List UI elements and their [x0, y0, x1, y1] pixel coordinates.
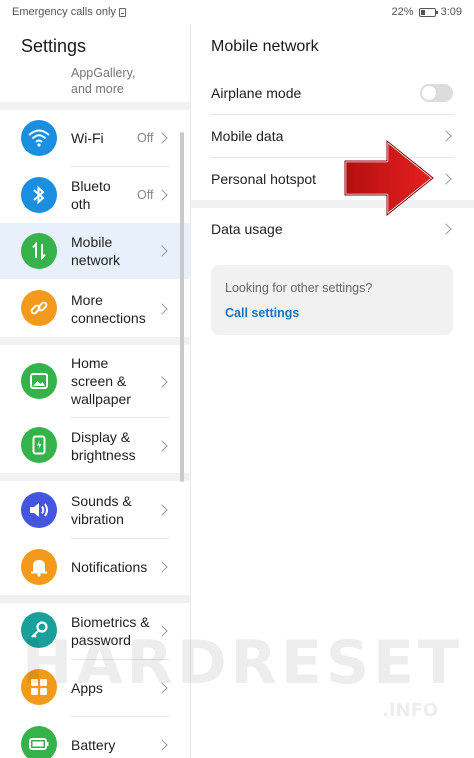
chevron-right-icon: [156, 739, 168, 751]
label-line: Sounds &: [71, 493, 132, 509]
label-line: Display &: [71, 429, 131, 445]
sidebar-item-more-connections[interactable]: More connections: [0, 280, 190, 337]
group-separator: [0, 473, 190, 481]
sidebar-item-display[interactable]: Display & brightness: [0, 418, 190, 473]
sidebar-item-label: Mobile network: [71, 233, 120, 269]
sidebar-item-battery[interactable]: Battery: [0, 717, 190, 758]
group-separator: [0, 595, 190, 603]
sim-icon: [118, 7, 126, 17]
status-bar: Emergency calls only 22% 3:09: [0, 0, 474, 24]
chevron-right-icon: [156, 440, 168, 452]
watermark-sub: .INFO: [382, 700, 439, 721]
sidebar-item-wifi[interactable]: Wi-Fi Off: [0, 110, 190, 166]
label-line: Mobile: [71, 234, 113, 250]
sidebar-item-mobile-network[interactable]: Mobile network: [0, 223, 190, 279]
sidebar-item-label: AppGallery,: [71, 66, 136, 80]
airplane-mode-toggle[interactable]: [420, 84, 453, 102]
bluetooth-status: Off: [137, 188, 154, 202]
sidebar-item-label: More connections: [71, 291, 146, 327]
speaker-icon: [21, 492, 57, 528]
label-line: screen &: [71, 373, 127, 389]
status-left: Emergency calls only: [12, 6, 126, 18]
sidebar-item-label: Display & brightness: [71, 428, 136, 464]
chevron-right-icon: [156, 132, 168, 144]
page-title: Mobile network: [211, 38, 319, 55]
personal-hotspot-label: Personal hotspot: [211, 171, 317, 187]
battery-icon: [21, 726, 57, 758]
sidebar-item-label: Notifications: [71, 559, 148, 575]
sidebar-scrollbar[interactable]: [180, 132, 184, 482]
sidebar-item-label: and more: [71, 82, 124, 95]
suggestion-card: Looking for other settings? Call setting…: [211, 265, 453, 335]
label-line: connections: [71, 310, 146, 326]
group-separator: [0, 102, 190, 110]
label-line: Blueto: [71, 178, 111, 194]
airplane-mode-label: Airplane mode: [211, 85, 302, 101]
group-separator: [0, 337, 190, 345]
watermark: HARDRESET: [22, 628, 463, 698]
chevron-right-icon: [156, 561, 168, 573]
clock: 3:09: [440, 6, 462, 18]
chevron-right-icon: [440, 130, 452, 142]
chevron-right-icon: [440, 223, 452, 235]
call-settings-link[interactable]: Call settings: [225, 306, 299, 320]
label-line: network: [71, 252, 121, 268]
label-line: Home: [71, 355, 109, 371]
airplane-mode-row[interactable]: Airplane mode: [191, 72, 474, 114]
link-icon: [21, 290, 57, 326]
image-icon: [21, 363, 57, 399]
sidebar-item-sounds[interactable]: Sounds & vibration: [0, 481, 190, 538]
wifi-icon: [21, 120, 57, 156]
carrier-status: Emergency calls only: [12, 6, 116, 18]
sidebar-item-label: Home screen & wallpaper: [71, 354, 131, 408]
chevron-right-icon: [156, 504, 168, 516]
bluetooth-icon: [21, 177, 57, 213]
display-icon: [21, 427, 57, 463]
battery-status-icon: [418, 7, 438, 17]
mobile-network-icon: [21, 233, 57, 269]
sidebar-item-bluetooth[interactable]: Blueto oth Off: [0, 167, 190, 223]
wifi-status: Off: [137, 131, 154, 145]
label-line: wallpaper: [71, 391, 131, 407]
mobile-data-label: Mobile data: [211, 128, 284, 144]
sidebar-item-label: Sounds & vibration: [71, 492, 132, 528]
label-line: vibration: [71, 511, 124, 527]
label-line: More: [71, 292, 103, 308]
bell-icon: [21, 549, 57, 585]
label-line: brightness: [71, 447, 136, 463]
suggestion-text: Looking for other settings?: [225, 281, 373, 295]
chevron-right-icon: [440, 173, 452, 185]
chevron-right-icon: [156, 303, 168, 315]
sidebar-title: Settings: [21, 36, 87, 56]
data-usage-label: Data usage: [211, 221, 283, 237]
red-arrow-annotation: [343, 139, 435, 217]
sidebar-item-appgallery[interactable]: AppGallery, and more: [71, 65, 171, 95]
sidebar-item-label: Wi-Fi: [71, 130, 104, 146]
chevron-right-icon: [156, 189, 168, 201]
sidebar-item-label: Blueto oth: [71, 177, 111, 213]
sidebar-item-home-screen[interactable]: Home screen & wallpaper: [0, 345, 190, 417]
status-right: 22% 3:09: [392, 6, 462, 18]
battery-percent: 22%: [391, 6, 414, 18]
sidebar-item-notifications[interactable]: Notifications: [0, 539, 190, 595]
label-line: oth: [71, 196, 91, 212]
chevron-right-icon: [156, 245, 168, 257]
sidebar-item-label: Battery: [71, 737, 116, 753]
chevron-right-icon: [156, 376, 168, 388]
